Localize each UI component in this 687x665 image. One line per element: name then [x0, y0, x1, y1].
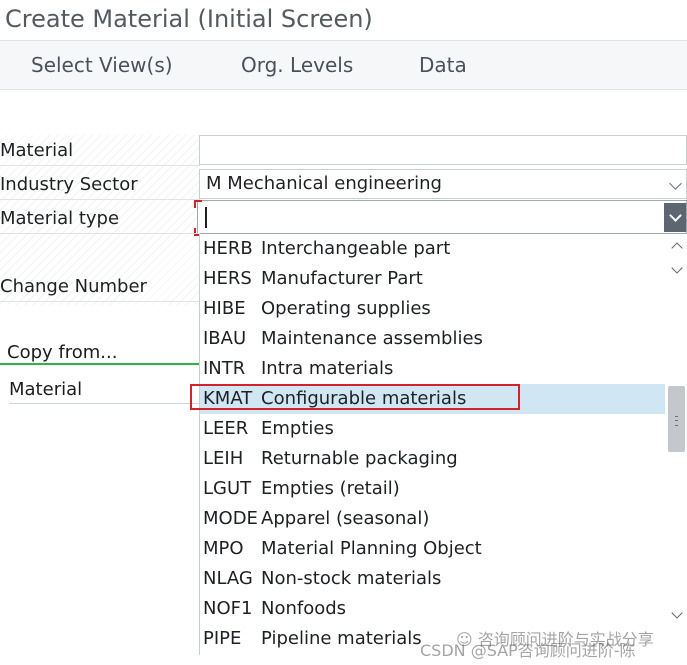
list-item[interactable]: HERS Manufacturer Part: [200, 264, 665, 294]
list-item-code: LGUT: [203, 478, 252, 499]
list-item-code: LEIH: [203, 448, 244, 469]
list-item-code: NLAG: [203, 568, 253, 589]
list-item-code: INTR: [203, 358, 246, 379]
list-item-description: Nonfoods: [261, 598, 347, 619]
list-item[interactable]: LEIH Returnable packaging: [200, 444, 665, 474]
list-item[interactable]: LEER Empties: [200, 414, 665, 444]
list-item-description: Intra materials: [261, 358, 394, 379]
window-title: Create Material (Initial Screen): [5, 5, 373, 33]
list-item-code: LEER: [203, 418, 249, 439]
list-item-code: PIPE: [203, 628, 242, 649]
material-type-label: Material type: [0, 208, 120, 229]
material-label: Material: [0, 140, 74, 161]
copy-from-material-label: Material: [9, 379, 83, 400]
list-item[interactable]: NOF1 Nonfoods: [200, 594, 665, 624]
list-item-description: Empties: [261, 418, 334, 439]
material-type-dropdown-button[interactable]: [664, 203, 686, 232]
row-divider: [0, 199, 200, 200]
list-item[interactable]: MPO Material Planning Object: [200, 534, 665, 564]
list-item-description: Operating supplies: [261, 298, 431, 319]
list-item-description: Apparel (seasonal): [261, 508, 430, 529]
industry-sector-value: M Mechanical engineering: [206, 173, 442, 194]
watermark-line2: CSDN @SAP咨询顾问进阶-陈: [420, 641, 636, 660]
list-item-code: HERB: [203, 238, 253, 259]
material-type-listbox[interactable]: HERB Interchangeable part HERS Manufacturer…: [199, 234, 687, 655]
red-marker-corner: [194, 200, 202, 208]
scroll-grip-icon: [675, 416, 678, 426]
list-item[interactable]: IBAU Maintenance assemblies: [200, 324, 665, 354]
list-item[interactable]: MODE Apparel (seasonal): [200, 504, 665, 534]
list-item[interactable]: INTR Intra materials: [200, 354, 665, 384]
application-toolbar: Select View(s) Org. Levels Data: [0, 41, 687, 90]
list-item-code: IBAU: [203, 328, 247, 349]
chevron-down-icon: [669, 177, 682, 190]
list-item-code: NOF1: [203, 598, 253, 619]
scrollbar-thumb[interactable]: [668, 386, 685, 452]
list-item-description: Non-stock materials: [261, 568, 442, 589]
list-item-description: Returnable packaging: [261, 448, 458, 469]
list-item[interactable]: HIBE Operating supplies: [200, 294, 665, 324]
list-item-description: Manufacturer Part: [261, 268, 423, 289]
material-input[interactable]: [199, 135, 687, 165]
industry-sector-label: Industry Sector: [0, 174, 138, 195]
list-item-description: Pipeline materials: [261, 628, 422, 649]
data-button[interactable]: Data: [419, 51, 467, 79]
list-item[interactable]: NLAG Non-stock materials: [200, 564, 665, 594]
list-item-code: HIBE: [203, 298, 246, 319]
list-item-description: Interchangeable part: [261, 238, 451, 259]
list-item-code: HERS: [203, 268, 252, 289]
list-item-description: Maintenance assemblies: [261, 328, 483, 349]
copy-from-divider: [0, 363, 200, 365]
row-divider: [0, 165, 200, 166]
industry-sector-select[interactable]: M Mechanical engineering: [199, 169, 687, 199]
select-views-button[interactable]: Select View(s): [31, 51, 173, 79]
copy-from-material-input[interactable]: [9, 403, 200, 404]
list-item-code: KMAT: [203, 388, 253, 409]
list-item-code: MPO: [203, 538, 244, 559]
list-item[interactable]: KMAT Configurable materials: [200, 384, 665, 414]
list-item-description: Material Planning Object: [261, 538, 482, 559]
row-divider: [0, 233, 200, 234]
change-number-label: Change Number: [0, 276, 147, 297]
text-cursor: [205, 207, 207, 228]
list-item[interactable]: LGUT Empties (retail): [200, 474, 665, 504]
chevron-down-icon: [669, 209, 682, 222]
org-levels-button[interactable]: Org. Levels: [241, 51, 353, 79]
list-item-description: Configurable materials: [261, 388, 467, 409]
list-item-code: MODE: [203, 508, 258, 529]
row-divider: [0, 301, 200, 302]
list-item[interactable]: HERB Interchangeable part: [200, 234, 665, 264]
material-type-input[interactable]: [197, 200, 687, 234]
list-item-description: Empties (retail): [261, 478, 400, 499]
